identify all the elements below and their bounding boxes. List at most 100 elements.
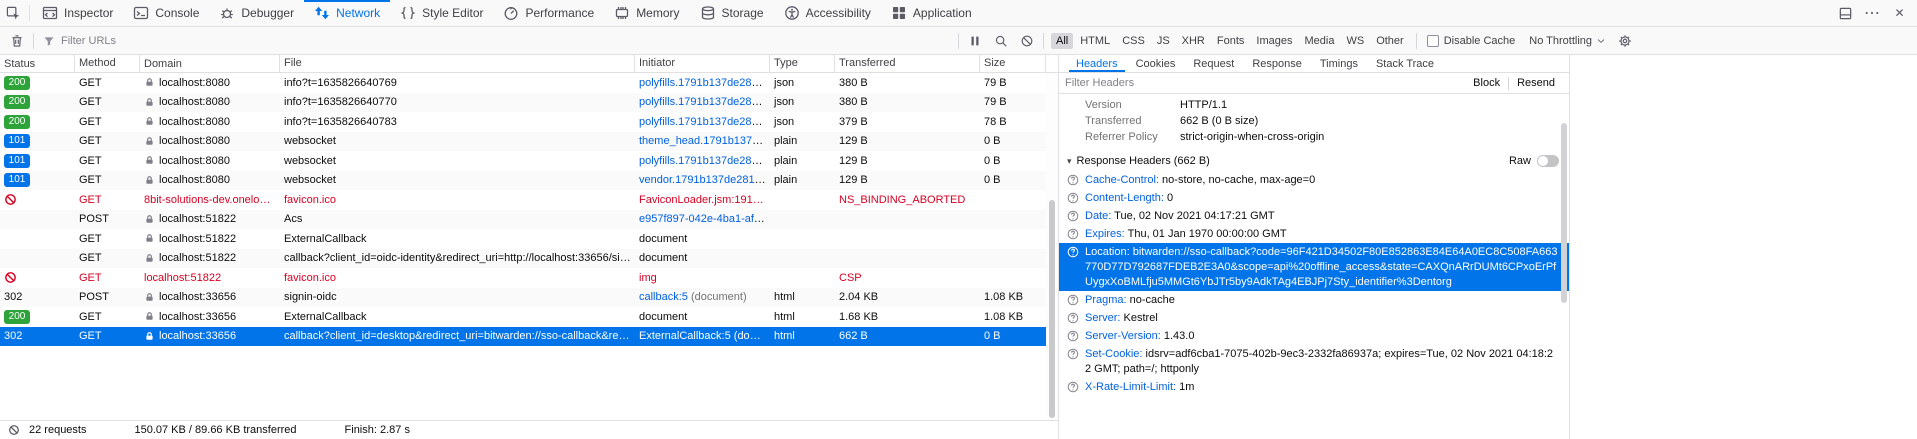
table-row[interactable]: GET8bit-solutions-dev.onelogin…favicon.i…	[0, 190, 1058, 210]
tab-performance[interactable]: Performance	[493, 0, 604, 26]
detail-tab-cookies[interactable]: Cookies	[1127, 55, 1185, 72]
table-row[interactable]: 302GETlocalhost:33656callback?client_id=…	[0, 327, 1058, 347]
initiator-link[interactable]: ExternalCallback:5	[639, 330, 731, 342]
tab-inspector[interactable]: Inspector	[32, 0, 123, 26]
help-icon[interactable]	[1067, 294, 1079, 306]
tab-network[interactable]: Network	[304, 0, 390, 26]
initiator-link[interactable]: callback:5	[639, 291, 688, 303]
tab-storage[interactable]: Storage	[690, 0, 774, 26]
response-header-row[interactable]: Location: bitwarden://sso-callback?code=…	[1059, 243, 1569, 291]
cell-file: websocket	[280, 174, 635, 186]
tab-debugger[interactable]: Debugger	[209, 0, 304, 26]
initiator-link[interactable]: polyfills.1791b137de281b787…	[639, 116, 770, 128]
tab-style-editor[interactable]: Style Editor	[390, 0, 493, 26]
throttling-dropdown[interactable]: No Throttling	[1522, 35, 1612, 47]
type-filter-other[interactable]: Other	[1371, 33, 1409, 49]
scrollbar-thumb[interactable]	[1561, 123, 1567, 303]
table-row[interactable]: 200GETlocalhost:8080info?t=1635826640770…	[0, 93, 1058, 113]
help-icon[interactable]	[1067, 246, 1079, 258]
help-icon[interactable]	[1067, 330, 1079, 342]
table-row[interactable]: 101GETlocalhost:8080websockettheme_head.…	[0, 132, 1058, 152]
help-icon[interactable]	[1067, 192, 1079, 204]
column-header-initiator[interactable]: Initiator	[635, 55, 770, 72]
raw-toggle[interactable]	[1537, 155, 1559, 167]
request-blocking-button[interactable]	[1014, 29, 1040, 53]
table-row[interactable]: 200GETlocalhost:8080info?t=1635826640769…	[0, 73, 1058, 93]
column-header-domain[interactable]: Domain	[140, 55, 280, 72]
response-headers-section-toggle[interactable]: ▾ Response Headers (662 B) Raw	[1059, 151, 1569, 171]
type-filter-fonts[interactable]: Fonts	[1212, 33, 1250, 49]
type-filter-media[interactable]: Media	[1299, 33, 1339, 49]
filter-urls-input[interactable]: Filter URLs	[37, 29, 955, 53]
table-row[interactable]: 101GETlocalhost:8080websocketvendor.1791…	[0, 171, 1058, 191]
help-icon[interactable]	[1067, 348, 1079, 360]
response-header-row[interactable]: Date: Tue, 02 Nov 2021 04:17:21 GMT	[1059, 207, 1569, 225]
details-scrollbar[interactable]	[1559, 95, 1569, 439]
table-row[interactable]: GETlocalhost:51822favicon.icoimgCSP	[0, 268, 1058, 288]
initiator-link[interactable]: polyfills.1791b137de281b787…	[639, 96, 770, 108]
tab-console[interactable]: Console	[123, 0, 209, 26]
column-header-transferred[interactable]: Transferred	[835, 55, 980, 72]
column-header-method[interactable]: Method	[75, 55, 140, 72]
response-header-row[interactable]: Server-Version: 1.43.0	[1059, 327, 1569, 345]
tab-application[interactable]: Application	[881, 0, 982, 26]
initiator-link[interactable]: vendor.1791b137de281b787…	[639, 174, 770, 186]
detail-tab-headers[interactable]: Headers	[1067, 55, 1127, 72]
pause-recording-button[interactable]	[962, 29, 988, 53]
type-filter-xhr[interactable]: XHR	[1177, 33, 1210, 49]
clear-requests-button[interactable]	[4, 29, 30, 53]
response-header-row[interactable]: Content-Length: 0	[1059, 189, 1569, 207]
table-row[interactable]: 200GETlocalhost:8080info?t=1635826640783…	[0, 112, 1058, 132]
request-list-scrollbar[interactable]	[1046, 73, 1058, 420]
table-row[interactable]: GETlocalhost:51822ExternalCallbackdocume…	[0, 229, 1058, 249]
help-icon[interactable]	[1067, 228, 1079, 240]
filter-headers-input[interactable]: Filter Headers	[1065, 77, 1465, 89]
response-header-row[interactable]: Server: Kestrel	[1059, 309, 1569, 327]
column-header-size[interactable]: Size	[980, 55, 1046, 72]
tab-memory[interactable]: Memory	[604, 0, 689, 26]
help-icon[interactable]	[1067, 312, 1079, 324]
detail-tab-stack-trace[interactable]: Stack Trace	[1367, 55, 1443, 72]
element-picker-button[interactable]	[0, 0, 27, 26]
type-filter-ws[interactable]: WS	[1341, 33, 1369, 49]
help-icon[interactable]	[1067, 210, 1079, 222]
type-filter-images[interactable]: Images	[1251, 33, 1297, 49]
response-header-row[interactable]: Set-Cookie: idsrv=adf6cba1-7075-402b-9ec…	[1059, 345, 1569, 378]
table-row[interactable]: 101GETlocalhost:8080websocketpolyfills.1…	[0, 151, 1058, 171]
response-header-row[interactable]: X-Rate-Limit-Limit: 1m	[1059, 378, 1569, 396]
response-header-row[interactable]: Pragma: no-cache	[1059, 291, 1569, 309]
response-header-row[interactable]: Expires: Thu, 01 Jan 1970 00:00:00 GMT	[1059, 225, 1569, 243]
scrollbar-thumb[interactable]	[1049, 200, 1055, 418]
disable-cache-checkbox[interactable]: Disable Cache	[1420, 35, 1523, 47]
table-row[interactable]: 200GETlocalhost:33656ExternalCallbackdoc…	[0, 307, 1058, 327]
column-header-status[interactable]: Status	[0, 55, 75, 72]
network-settings-button[interactable]	[1612, 29, 1638, 53]
help-icon[interactable]	[1067, 381, 1079, 393]
table-row[interactable]: POSTlocalhost:51822Acse957f897-042e-4ba1…	[0, 210, 1058, 230]
table-row[interactable]: 302POSTlocalhost:33656signin-oidccallbac…	[0, 288, 1058, 308]
initiator-link[interactable]: polyfills.1791b137de281b787…	[639, 77, 770, 89]
split-console-button[interactable]	[1832, 6, 1859, 21]
type-filter-html[interactable]: HTML	[1075, 33, 1115, 49]
search-button[interactable]	[988, 29, 1014, 53]
response-header-row[interactable]: Cache-Control: no-store, no-cache, max-a…	[1059, 171, 1569, 189]
initiator-link[interactable]: polyfills.1791b137de281b787…	[639, 155, 770, 167]
help-icon[interactable]	[1067, 174, 1079, 186]
close-devtools-button[interactable]: ✕	[1886, 6, 1913, 20]
initiator-link[interactable]: FaviconLoader.jsm:191	[639, 194, 764, 206]
meatball-menu-button[interactable]: ⋯	[1859, 3, 1886, 23]
block-url-button[interactable]: Block	[1465, 77, 1508, 89]
initiator-link[interactable]: e957f897-042e-4ba1-aff1-…	[639, 213, 770, 225]
detail-tab-request[interactable]: Request	[1184, 55, 1243, 72]
type-filter-css[interactable]: CSS	[1117, 33, 1150, 49]
detail-tab-response[interactable]: Response	[1243, 55, 1311, 72]
tab-accessibility[interactable]: Accessibility	[774, 0, 881, 26]
detail-tab-timings[interactable]: Timings	[1311, 55, 1367, 72]
column-header-type[interactable]: Type	[770, 55, 835, 72]
type-filter-all[interactable]: All	[1051, 33, 1073, 49]
resend-button[interactable]: Resend	[1509, 77, 1563, 89]
table-row[interactable]: GETlocalhost:51822callback?client_id=oid…	[0, 249, 1058, 269]
type-filter-js[interactable]: JS	[1152, 33, 1175, 49]
initiator-link[interactable]: theme_head.1791b137de281…	[639, 135, 770, 147]
column-header-file[interactable]: File	[280, 55, 635, 72]
